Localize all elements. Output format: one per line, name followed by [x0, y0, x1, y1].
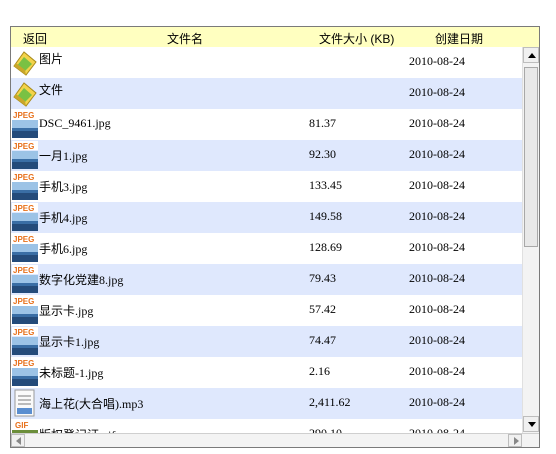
file-date: 2010-08-24 — [409, 271, 465, 285]
jpeg-icon-label: JPEG — [13, 142, 34, 151]
arrow-right-icon — [514, 437, 519, 445]
file-row[interactable]: JPEG 未标题-1.jpg 2.16 2010-08-24 — [11, 357, 522, 388]
arrow-down-icon — [528, 422, 536, 427]
jpeg-icon: JPEG — [12, 265, 38, 293]
jpeg-icon-label: JPEG — [13, 328, 34, 337]
jpeg-icon-label: JPEG — [13, 235, 34, 244]
file-row[interactable]: 文件 2010-08-24 — [11, 78, 522, 109]
vertical-scroll-thumb[interactable] — [524, 67, 538, 247]
jpeg-icon-label: JPEG — [13, 297, 34, 306]
back-link[interactable]: 返回 — [23, 30, 47, 47]
jpeg-icon-label: JPEG — [13, 111, 34, 120]
file-name[interactable]: 文件 — [39, 81, 63, 98]
file-date: 2010-08-24 — [409, 333, 465, 347]
scroll-right-button[interactable] — [508, 434, 522, 447]
jpeg-icon: JPEG — [12, 110, 38, 138]
jpeg-icon-label: JPEG — [13, 359, 34, 368]
column-size-header[interactable]: 文件大小 (KB) — [319, 30, 394, 47]
file-row[interactable]: JPEG 手机3.jpg 133.45 2010-08-24 — [11, 171, 522, 202]
file-row[interactable]: JPEG 显示卡1.jpg 74.47 2010-08-24 — [11, 326, 522, 357]
file-browser: 返回 文件名 文件大小 (KB) 创建日期 图片 2010-08-24 文件 2010… — [10, 26, 540, 448]
file-name[interactable]: 一月1.jpg — [39, 147, 87, 164]
jpeg-icon: JPEG — [12, 234, 38, 262]
gif-icon: GIF — [12, 420, 38, 433]
horizontal-scrollbar[interactable] — [11, 433, 539, 447]
jpeg-icon: JPEG — [12, 296, 38, 324]
file-date: 2010-08-24 — [409, 426, 465, 433]
file-size: 133.45 — [309, 178, 342, 192]
file-size: 2.16 — [309, 364, 330, 378]
file-date: 2010-08-24 — [409, 147, 465, 161]
file-row[interactable]: JPEG 手机6.jpg 128.69 2010-08-24 — [11, 233, 522, 264]
jpeg-icon-label: JPEG — [13, 266, 34, 275]
file-date: 2010-08-24 — [409, 85, 465, 99]
mp3-icon — [12, 389, 38, 417]
arrow-left-icon — [16, 437, 21, 445]
file-date: 2010-08-24 — [409, 364, 465, 378]
column-header: 返回 文件名 文件大小 (KB) 创建日期 — [11, 27, 539, 47]
jpeg-icon-label: JPEG — [13, 204, 34, 213]
file-date: 2010-08-24 — [409, 178, 465, 192]
column-name-header[interactable]: 文件名 — [167, 30, 203, 47]
file-list: 图片 2010-08-24 文件 2010-08-24 JPEG DSC_9461.jpg… — [11, 47, 522, 433]
jpeg-icon: JPEG — [12, 327, 38, 355]
file-row[interactable]: JPEG 显示卡.jpg 57.42 2010-08-24 — [11, 295, 522, 326]
file-row[interactable]: GIF 版权登记证.gif 290.10 2010-08-24 — [11, 419, 522, 433]
file-name[interactable]: 显示卡1.jpg — [39, 333, 99, 350]
file-name[interactable]: 手机6.jpg — [39, 240, 87, 257]
folder-icon — [12, 48, 38, 76]
jpeg-icon: JPEG — [12, 358, 38, 386]
jpeg-icon: JPEG — [12, 203, 38, 231]
file-name[interactable]: 未标题-1.jpg — [39, 364, 103, 381]
file-date: 2010-08-24 — [409, 54, 465, 68]
file-size: 149.58 — [309, 209, 342, 223]
file-size: 81.37 — [309, 116, 336, 130]
file-name[interactable]: 海上花(大合唱).mp3 — [39, 395, 143, 412]
jpeg-icon: JPEG — [12, 141, 38, 169]
file-row[interactable]: 图片 2010-08-24 — [11, 47, 522, 78]
file-row[interactable]: 海上花(大合唱).mp3 2,411.62 2010-08-24 — [11, 388, 522, 419]
file-size: 2,411.62 — [309, 395, 351, 409]
column-date-header[interactable]: 创建日期 — [435, 30, 483, 47]
file-name[interactable]: 手机4.jpg — [39, 209, 87, 226]
jpeg-icon-label: JPEG — [13, 173, 34, 182]
file-size: 79.43 — [309, 271, 336, 285]
file-name[interactable]: DSC_9461.jpg — [39, 116, 111, 131]
jpeg-icon: JPEG — [12, 172, 38, 200]
file-name[interactable]: 数字化党建8.jpg — [39, 271, 123, 288]
file-size: 92.30 — [309, 147, 336, 161]
file-row[interactable]: JPEG DSC_9461.jpg 81.37 2010-08-24 — [11, 109, 522, 140]
arrow-up-icon — [528, 53, 536, 58]
file-name[interactable]: 版权登记证.gif — [39, 426, 115, 433]
file-date: 2010-08-24 — [409, 395, 465, 409]
file-row[interactable]: JPEG 数字化党建8.jpg 79.43 2010-08-24 — [11, 264, 522, 295]
file-size: 57.42 — [309, 302, 336, 316]
scroll-up-button[interactable] — [523, 47, 539, 63]
scroll-down-button[interactable] — [523, 416, 539, 432]
file-name[interactable]: 显示卡.jpg — [39, 302, 93, 319]
file-size: 290.10 — [309, 426, 342, 433]
folder-icon — [12, 79, 38, 107]
file-date: 2010-08-24 — [409, 240, 465, 254]
file-date: 2010-08-24 — [409, 116, 465, 130]
file-name[interactable]: 图片 — [39, 50, 63, 67]
file-size: 74.47 — [309, 333, 336, 347]
scroll-left-button[interactable] — [11, 434, 25, 447]
file-date: 2010-08-24 — [409, 302, 465, 316]
file-name[interactable]: 手机3.jpg — [39, 178, 87, 195]
vertical-scrollbar[interactable] — [522, 47, 539, 433]
file-row[interactable]: JPEG 一月1.jpg 92.30 2010-08-24 — [11, 140, 522, 171]
gif-icon-label: GIF — [15, 421, 28, 430]
file-row[interactable]: JPEG 手机4.jpg 149.58 2010-08-24 — [11, 202, 522, 233]
file-date: 2010-08-24 — [409, 209, 465, 223]
file-size: 128.69 — [309, 240, 342, 254]
